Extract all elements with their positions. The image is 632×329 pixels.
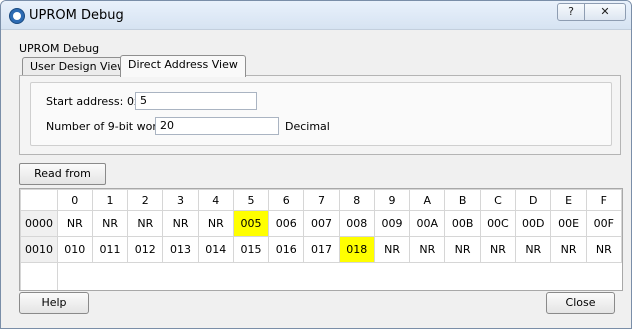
decimal-unit-label: Decimal: [285, 120, 330, 133]
memory-cell[interactable]: 007: [303, 210, 340, 237]
column-header: 8: [338, 189, 375, 211]
start-address-label: Start address:: [46, 95, 124, 108]
memory-cell[interactable]: 012: [127, 236, 164, 263]
uprom-app-icon: [9, 8, 25, 24]
memory-cell[interactable]: 011: [91, 236, 129, 263]
grid-row: 0000 NR NR NR NR NR 005 006 007 008 009 00A 00B 00C 00…: [20, 210, 622, 237]
memory-cell[interactable]: 015: [232, 236, 270, 263]
row-header: 0010: [20, 236, 58, 263]
address-settings-box: Start address: 0x Number of 9-bit words:…: [30, 82, 612, 146]
uprom-debug-window: UPROM Debug ? ✕ UPROM Debug User Design …: [0, 0, 632, 329]
memory-cell[interactable]: 010: [56, 236, 93, 263]
row-header: 0000: [20, 210, 58, 237]
column-header: 6: [268, 189, 305, 211]
memory-cell[interactable]: 00B: [444, 210, 481, 237]
memory-cell[interactable]: NR: [91, 210, 129, 237]
memory-cell[interactable]: 008: [338, 210, 375, 237]
memory-cell[interactable]: 016: [268, 236, 305, 263]
words-count-input[interactable]: [155, 117, 279, 135]
memory-cell[interactable]: NR: [585, 236, 622, 263]
memory-cell[interactable]: NR: [479, 236, 517, 263]
tab-user-design-view[interactable]: User Design View: [22, 57, 135, 76]
memory-cell[interactable]: 009: [373, 210, 411, 237]
memory-cell[interactable]: NR: [56, 210, 93, 237]
column-header: D: [515, 189, 552, 211]
column-header: 9: [373, 189, 411, 211]
memory-cell[interactable]: 013: [162, 236, 199, 263]
memory-cell[interactable]: 006: [268, 210, 305, 237]
column-header: B: [444, 189, 481, 211]
memory-cell[interactable]: NR: [373, 236, 411, 263]
memory-cell[interactable]: 018: [338, 236, 375, 263]
grid-row: 0010 010 011 012 013 014 015 016 017 018 NR NR NR NR N…: [20, 236, 622, 263]
help-button[interactable]: Help: [19, 292, 89, 314]
grid-corner: [20, 189, 58, 211]
memory-cell[interactable]: 014: [197, 236, 234, 263]
title-bar: UPROM Debug ? ✕: [1, 1, 631, 30]
memory-cell[interactable]: 00F: [585, 210, 622, 237]
memory-cell[interactable]: 00E: [550, 210, 587, 237]
dialog-client-area: UPROM Debug User Design View Direct Addr…: [10, 32, 623, 322]
window-title: UPROM Debug: [29, 8, 124, 23]
memory-grid: 0 1 2 3 4 5 6 7 8 9 A B C D E F 0000 NR NR NR NR NR 005 006 007 0…: [19, 188, 623, 291]
memory-cell[interactable]: NR: [550, 236, 587, 263]
memory-cell[interactable]: NR: [444, 236, 481, 263]
column-header: F: [585, 189, 622, 211]
column-header: 7: [303, 189, 340, 211]
grid-empty-area: [57, 262, 622, 290]
column-header: A: [409, 189, 446, 211]
close-window-button[interactable]: ✕: [584, 3, 626, 21]
memory-cell[interactable]: NR: [127, 210, 164, 237]
direct-address-panel: Start address: 0x Number of 9-bit words:…: [19, 75, 621, 155]
memory-cell[interactable]: 00A: [409, 210, 446, 237]
read-from-device-button[interactable]: Read from Device: [19, 163, 106, 200]
column-header: E: [550, 189, 587, 211]
memory-cell[interactable]: 00C: [479, 210, 517, 237]
tab-direct-address-view[interactable]: Direct Address View: [120, 55, 246, 77]
memory-cell[interactable]: NR: [515, 236, 552, 263]
memory-cell[interactable]: 00D: [515, 210, 552, 237]
column-header: 2: [127, 189, 164, 211]
empty-row-header: [20, 262, 58, 290]
memory-cell[interactable]: NR: [197, 210, 234, 237]
group-label: UPROM Debug: [19, 42, 100, 55]
close-button[interactable]: Close: [546, 292, 615, 314]
column-header: 1: [91, 189, 129, 211]
start-address-input[interactable]: [135, 92, 257, 110]
column-header: 4: [197, 189, 234, 211]
memory-cell[interactable]: 017: [303, 236, 340, 263]
memory-cell[interactable]: NR: [409, 236, 446, 263]
memory-cell[interactable]: NR: [162, 210, 199, 237]
context-help-button[interactable]: ?: [557, 3, 585, 21]
memory-table: 0 1 2 3 4 5 6 7 8 9 A B C D E F 0000 NR NR NR NR NR 005 006 007 0…: [20, 189, 622, 290]
column-header: 3: [162, 189, 199, 211]
column-header: C: [479, 189, 517, 211]
column-header: 5: [232, 189, 270, 211]
memory-cell[interactable]: 005: [232, 210, 270, 237]
column-header: 0: [56, 189, 93, 211]
